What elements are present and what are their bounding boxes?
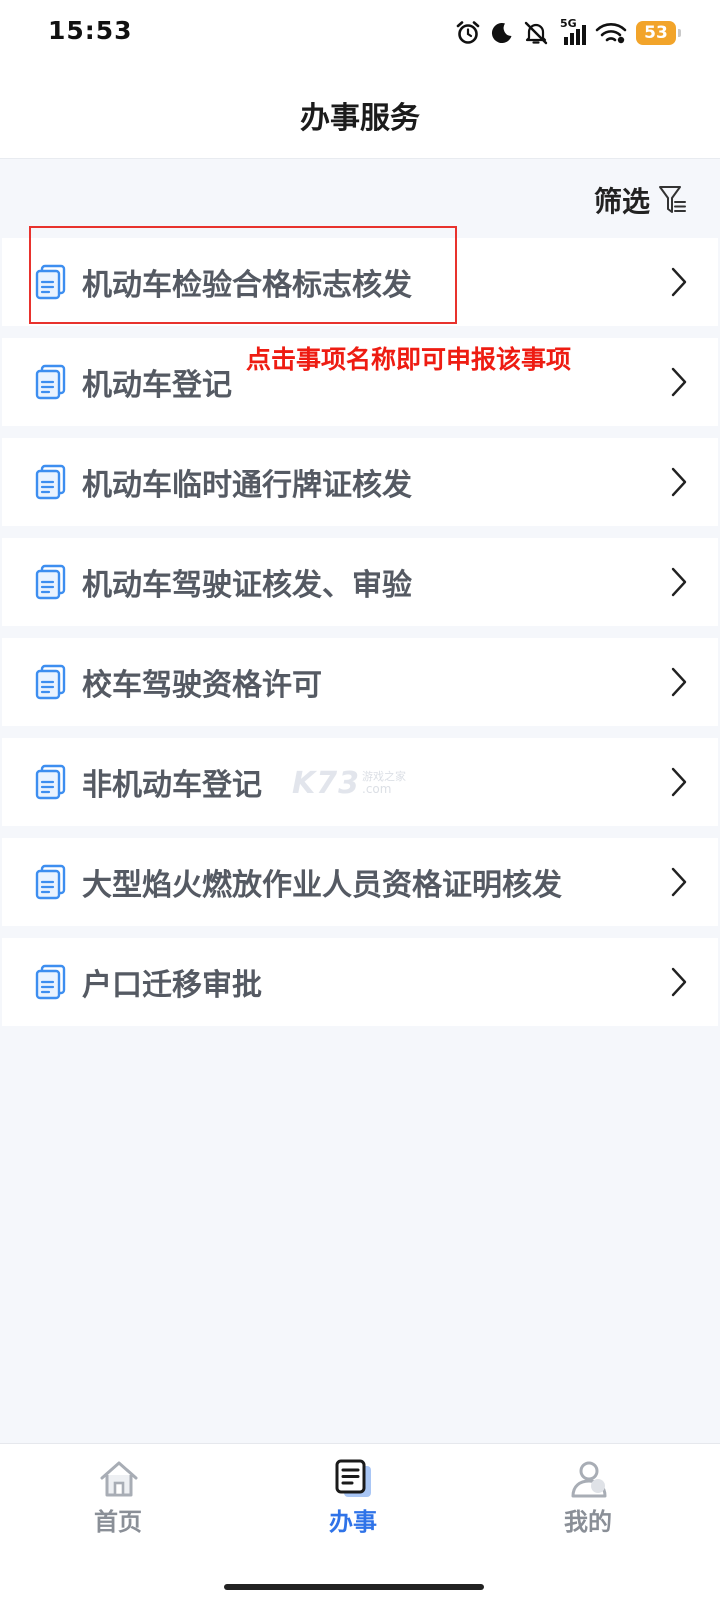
service-item[interactable]: 机动车驾驶证核发、审验 — [2, 538, 718, 626]
chevron-right-icon — [671, 467, 687, 497]
service-item-label: 校车驾驶资格许可 — [82, 668, 322, 703]
nav-item-services[interactable]: 办事 — [293, 1444, 413, 1554]
nav-label-services: 办事 — [329, 1508, 377, 1536]
bottom-nav: 首页 办事 我的 — [0, 1443, 720, 1601]
service-item-label: 机动车登记 — [82, 368, 232, 403]
chevron-right-icon — [671, 567, 687, 597]
user-icon — [571, 1461, 607, 1498]
watermark-domain: .com — [362, 782, 392, 796]
service-item[interactable]: 户口迁移审批 — [2, 938, 718, 1026]
status-icons: 5G 53 — [455, 17, 681, 48]
service-item-label: 机动车检验合格标志核发 — [82, 268, 412, 303]
service-item[interactable]: 机动车临时通行牌证核发 — [2, 438, 718, 526]
watermark: K73 游戏之家 .com — [292, 766, 422, 802]
battery-level: 53 — [644, 23, 668, 43]
battery-icon: 53 — [636, 21, 681, 45]
alarm-icon — [456, 21, 480, 44]
nav-item-profile[interactable]: 我的 — [528, 1444, 648, 1554]
service-item-label: 户口迁移审批 — [82, 968, 262, 1003]
chevron-right-icon — [671, 667, 687, 697]
filter-label: 筛选 — [593, 185, 650, 218]
mute-bell-icon — [524, 21, 548, 45]
document-icon — [35, 364, 66, 400]
chevron-right-icon — [671, 867, 687, 897]
home-indicator[interactable] — [224, 1584, 484, 1590]
page-title: 办事服务 — [300, 101, 420, 136]
document-icon — [35, 664, 66, 700]
chevron-right-icon — [671, 767, 687, 797]
service-item[interactable]: 大型焰火燃放作业人员资格证明核发 — [2, 838, 718, 926]
chevron-right-icon — [671, 267, 687, 297]
service-item[interactable]: 校车驾驶资格许可 — [2, 638, 718, 726]
chevron-right-icon — [671, 967, 687, 997]
document-icon — [35, 864, 66, 900]
status-bar: 15:53 5G 53 — [0, 0, 720, 66]
home-icon — [100, 1461, 138, 1497]
chevron-right-icon — [671, 367, 687, 397]
document-icon — [35, 464, 66, 500]
filter-icon — [659, 186, 686, 213]
watermark-brand: K73 — [292, 766, 360, 801]
service-item[interactable]: 机动车检验合格标志核发 — [2, 238, 718, 326]
document-icon — [35, 964, 66, 1000]
document-icon — [335, 1459, 371, 1497]
service-item-label: 非机动车登记 — [82, 768, 262, 803]
document-icon — [35, 264, 66, 300]
annotation-text: 点击事项名称即可申报该事项 — [246, 345, 572, 374]
wifi-icon — [595, 23, 627, 44]
nav-label-profile: 我的 — [564, 1508, 612, 1536]
header: 办事服务 — [0, 66, 720, 159]
status-time: 15:53 — [48, 16, 133, 45]
nav-item-home[interactable]: 首页 — [58, 1444, 178, 1554]
nav-label-home: 首页 — [94, 1508, 142, 1536]
moon-icon — [491, 23, 512, 44]
signal-icon: 5G — [558, 17, 586, 46]
service-item-label: 大型焰火燃放作业人员资格证明核发 — [82, 868, 562, 903]
filter-button[interactable]: 筛选 — [594, 180, 686, 220]
document-icon — [35, 564, 66, 600]
service-item-label: 机动车驾驶证核发、审验 — [82, 568, 412, 603]
service-item-label: 机动车临时通行牌证核发 — [82, 468, 412, 503]
document-icon — [35, 764, 66, 800]
